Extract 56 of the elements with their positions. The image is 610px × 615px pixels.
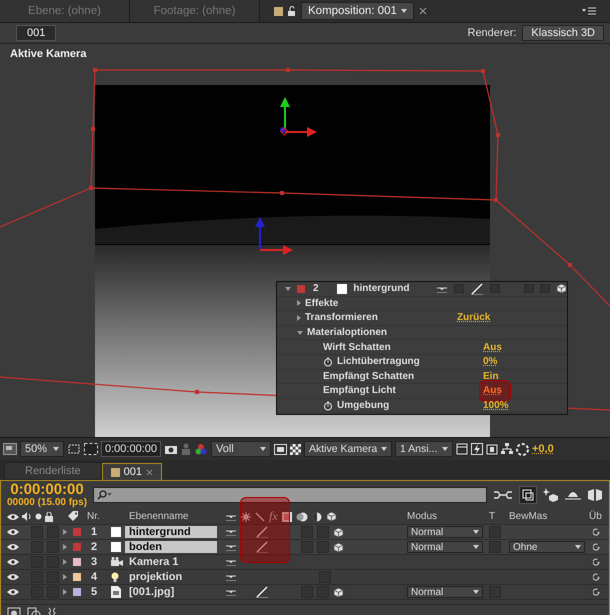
layer-number: 4 <box>90 571 98 583</box>
panel-tab[interactable]: Komposition: 001 <box>301 2 414 20</box>
property-name: Lichtübertragung <box>337 356 420 368</box>
property-value[interactable]: Aus <box>483 385 502 396</box>
layer-name[interactable]: [001.jpg] <box>125 586 217 598</box>
column-header[interactable]: Modus <box>407 511 489 522</box>
layer-row[interactable]: 4 projektion <box>1 570 609 585</box>
layer-name[interactable]: boden <box>125 541 217 553</box>
layer-number: 2 <box>312 283 320 294</box>
renderer-button[interactable]: Klassisch 3D <box>522 25 604 41</box>
mode-dropdown[interactable]: Normal <box>407 586 483 598</box>
track-matte-dropdown[interactable]: Ohne <box>509 541 585 553</box>
layer-name: hintergrund <box>353 283 410 294</box>
property-name: Wirft Schatten <box>323 342 391 353</box>
mode-dropdown[interactable]: Normal <box>407 526 483 538</box>
time-field[interactable]: 0:00:00:00 <box>101 441 161 457</box>
frame-count: 00000 (15.00 fps) <box>7 497 88 508</box>
camera-view-dropdown[interactable]: Aktive Kamera <box>304 441 392 457</box>
zoom-dropdown[interactable]: 50% <box>20 441 64 457</box>
resolution-dropdown[interactable]: Voll <box>211 441 271 457</box>
property-value[interactable]: Aus <box>483 342 502 353</box>
column-header[interactable]: T <box>489 511 509 522</box>
layer-number: 5 <box>90 586 98 598</box>
property-name: Empfängt Licht <box>323 385 396 396</box>
layer-row[interactable]: 2 boden Normal Ohne <box>1 540 609 555</box>
view-layout-dropdown[interactable]: 1 Ansi... <box>395 441 453 457</box>
timeline-tab[interactable]: 001 <box>102 463 162 480</box>
column-header[interactable]: Ebenenname <box>125 511 221 522</box>
property-name: Transformieren <box>305 312 378 324</box>
timecode[interactable]: 0:00:00:00 <box>10 482 84 497</box>
property-name: Materialoptionen <box>307 327 388 338</box>
layer-name[interactable]: projektion <box>125 571 217 583</box>
layer-row[interactable]: 3 Kamera 1 <box>1 555 609 570</box>
property-name: Umgebung <box>337 400 390 412</box>
property-name: Empfängt Schatten <box>323 370 414 382</box>
layer-name[interactable]: Kamera 1 <box>125 556 217 568</box>
timeline-tab[interactable]: Renderliste <box>4 462 102 480</box>
property-value[interactable]: 100% <box>483 400 509 412</box>
property-value[interactable]: Zurück <box>457 312 490 324</box>
mode-dropdown[interactable]: Normal <box>407 541 483 553</box>
layer-number: 1 <box>90 526 98 538</box>
layer-name[interactable]: hintergrund <box>125 526 217 538</box>
exposure-value[interactable]: +0,0 <box>532 443 554 455</box>
column-header[interactable]: BewMas <box>509 511 589 522</box>
layer-number: 2 <box>90 541 98 553</box>
column-header[interactable]: Nr. <box>87 511 125 522</box>
layer-row[interactable]: 1 hintergrund Normal <box>1 525 609 540</box>
property-value[interactable]: 0% <box>483 356 498 368</box>
property-value[interactable]: Ein <box>483 370 499 382</box>
property-name: Effekte <box>305 298 338 309</box>
renderer-label: Renderer: <box>468 27 516 39</box>
layer-number: 3 <box>90 556 98 568</box>
column-header[interactable]: Üb <box>589 511 602 522</box>
layer-row[interactable]: 5 [001.jpg] Normal <box>1 585 609 600</box>
composition-button[interactable]: 001 <box>16 25 56 41</box>
viewer-label: Aktive Kamera <box>10 48 86 60</box>
